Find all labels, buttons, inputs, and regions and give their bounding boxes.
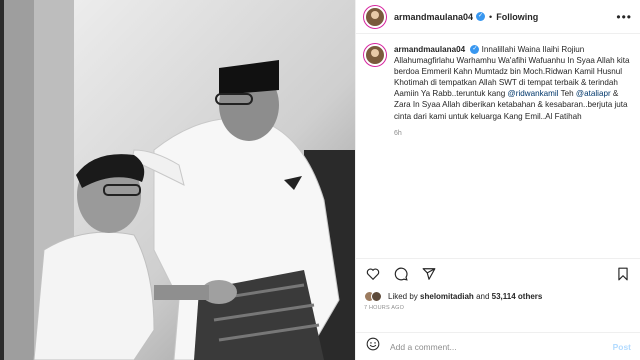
comment-bar: Post [356,332,640,360]
action-bar [356,259,640,289]
post-timestamp: 7 HOURS AGO [364,305,405,311]
post-photo[interactable] [4,0,355,360]
likes-row: Liked by shelomitadiah and 53,114 others [356,289,640,303]
likes-count[interactable]: 53,114 others [492,292,543,301]
likes-and: and [476,291,490,301]
header-separator: • [489,11,493,22]
post-comment-button[interactable]: Post [613,342,631,352]
post-sidebar: armandmaulana04 ✓ • Following ••• armand… [355,0,640,360]
comment-icon[interactable] [394,267,408,281]
author-username[interactable]: armandmaulana04 [394,12,473,22]
liker-username[interactable]: shelomitadiah [420,292,474,301]
caption-section: armandmaulana04 ✓ Innalillahi Waina Ilai… [356,34,640,259]
emoji-icon[interactable] [366,337,380,356]
heart-icon[interactable] [366,267,380,281]
post-modal: armandmaulana04 ✓ • Following ••• armand… [4,0,640,360]
post-header: armandmaulana04 ✓ • Following ••• [356,0,640,34]
more-horizontal-icon[interactable]: ••• [616,10,632,24]
caption-author-avatar[interactable] [364,44,386,66]
mention-ridwankamil[interactable]: @ridwankamil [508,89,559,98]
author-avatar[interactable] [364,5,386,28]
caption: armandmaulana04 ✓ Innalillahi Waina Ilai… [394,44,632,258]
mention-ataliapr[interactable]: @ataliapr [576,89,611,98]
likes-prefix: Liked by [388,291,418,301]
following-button[interactable]: Following [496,12,538,22]
caption-text-part-2: Teh [560,89,574,99]
share-icon[interactable] [422,267,436,281]
comment-input[interactable] [390,341,613,352]
caption-username[interactable]: armandmaulana04 [394,45,465,54]
page-backdrop: armandmaulana04 ✓ • Following ••• armand… [0,0,640,360]
likes-summary[interactable]: Liked by shelomitadiah and 53,114 others [388,292,542,301]
verified-badge-icon: ✓ [476,12,486,21]
liker-avatar [371,290,382,302]
bookmark-icon[interactable] [616,267,630,281]
caption-verified-badge-icon: ✓ [470,45,480,55]
caption-age: 6h [394,129,402,137]
post-photo-image [4,0,355,360]
